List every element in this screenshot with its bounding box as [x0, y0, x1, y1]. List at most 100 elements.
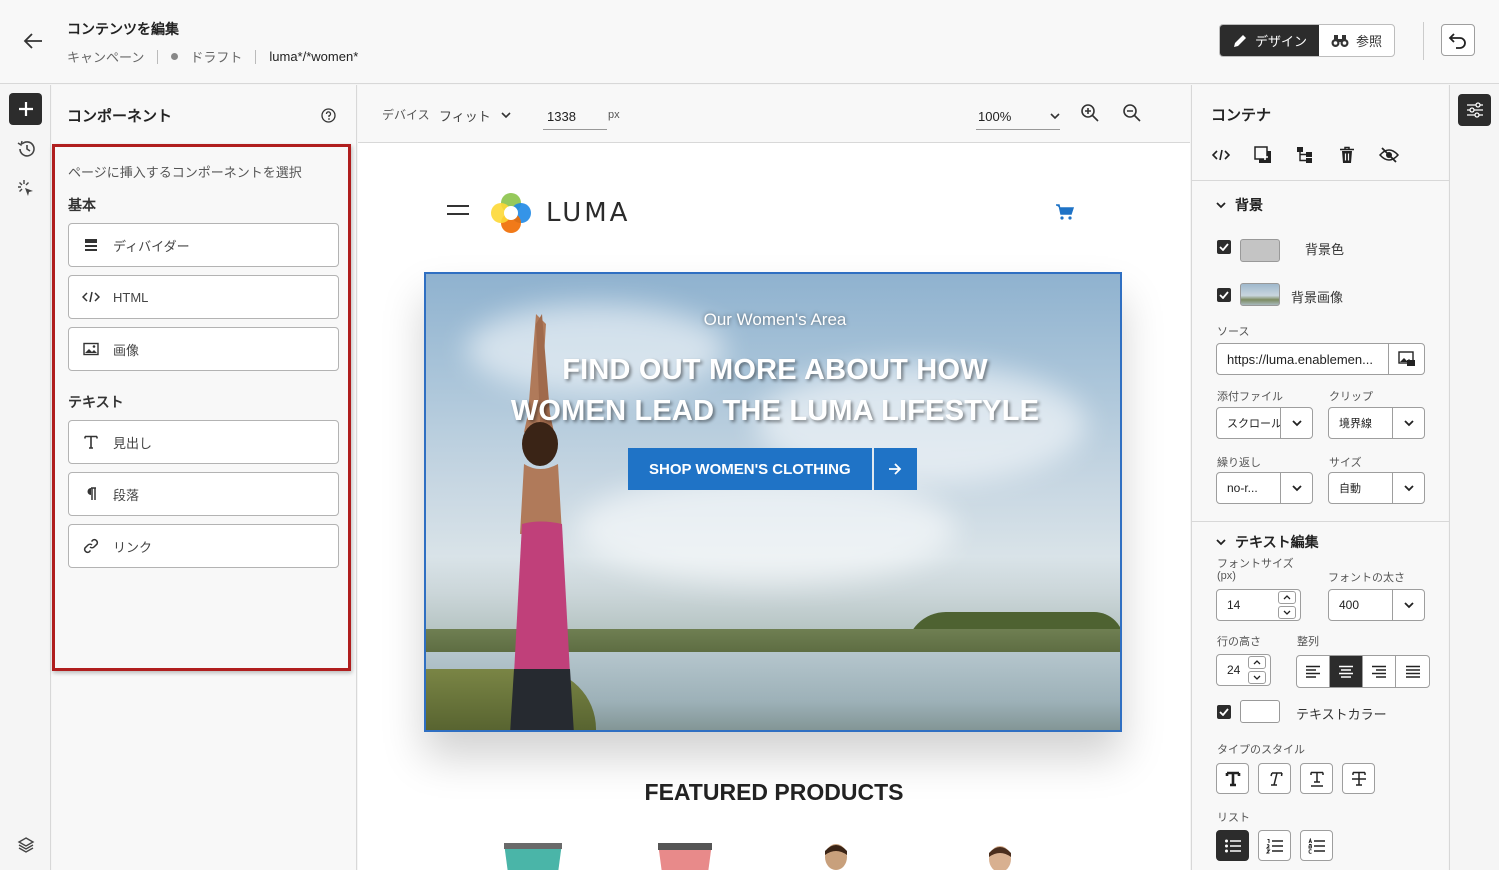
increment-button[interactable]: [1278, 591, 1296, 604]
component-link[interactable]: リンク: [68, 524, 339, 568]
image-icon: [83, 342, 99, 356]
hide-button[interactable]: [1378, 144, 1399, 165]
attachment-label: 添付ファイル: [1217, 391, 1283, 403]
font-size-stepper[interactable]: 14: [1216, 589, 1301, 621]
arrow-right-icon: [889, 463, 902, 475]
header-divider: [1423, 22, 1424, 60]
zoom-in-button[interactable]: [1080, 103, 1100, 126]
chevron-up-icon: [1253, 660, 1261, 665]
lettered-list-button[interactable]: [1300, 830, 1333, 861]
viewport-width-input[interactable]: [543, 103, 607, 130]
numbered-list-button[interactable]: [1258, 830, 1291, 861]
italic-button[interactable]: [1258, 763, 1291, 794]
background-image-checkbox[interactable]: [1217, 288, 1231, 302]
binoculars-icon: [1331, 34, 1349, 47]
clip-select[interactable]: 境界線: [1328, 407, 1425, 439]
add-components-button[interactable]: [9, 93, 42, 125]
size-label: サイズ: [1329, 457, 1362, 469]
source-url-field[interactable]: https://luma.enablemen...: [1216, 343, 1425, 375]
device-value: フィット: [439, 109, 491, 124]
product-image[interactable]: [498, 843, 568, 870]
font-size-unit-label: (px): [1217, 570, 1236, 582]
menu-hamburger[interactable]: [447, 205, 469, 221]
background-color-checkbox[interactable]: [1217, 240, 1231, 254]
plus-icon: [18, 102, 33, 116]
layers-button[interactable]: [9, 829, 42, 861]
font-weight-select[interactable]: 400: [1328, 589, 1425, 621]
undo-button[interactable]: [1441, 24, 1475, 56]
hero-banner[interactable]: Our Women's Area FIND OUT MORE ABOUT HOW…: [424, 272, 1122, 732]
align-left-button[interactable]: [1297, 656, 1330, 687]
properties-toggle-button[interactable]: [1458, 94, 1491, 126]
cta-label: SHOP WOMEN'S CLOTHING: [628, 448, 872, 490]
component-label: 画像: [113, 342, 140, 358]
text-edit-section-toggle[interactable]: テキスト編集: [1216, 532, 1319, 552]
size-select[interactable]: 自動: [1328, 472, 1425, 504]
chevron-down-icon: [1283, 610, 1291, 615]
checkmark-icon: [1219, 291, 1229, 299]
align-justify-button[interactable]: [1396, 656, 1429, 687]
zoom-out-button[interactable]: [1122, 103, 1142, 126]
repeat-select[interactable]: no-r...: [1216, 472, 1313, 504]
product-image[interactable]: [650, 843, 720, 870]
increment-button[interactable]: [1248, 656, 1266, 669]
duplicate-icon: [1253, 145, 1271, 163]
device-select[interactable]: フィット: [439, 106, 511, 125]
component-paragraph[interactable]: 段落: [68, 472, 339, 516]
text-color-swatch[interactable]: [1240, 700, 1280, 723]
hero-title-line: WOMEN LEAD THE LUMA LIFESTYLE: [510, 395, 1040, 427]
browse-mode-button[interactable]: 参照: [1319, 25, 1394, 56]
text-edit-section-label: テキスト編集: [1235, 534, 1319, 550]
editor-canvas: LUMA Our Women's Area FIND OUT MORE ABOU…: [358, 143, 1190, 870]
zoom-select[interactable]: 100%: [976, 103, 1060, 130]
align-right-button[interactable]: [1363, 656, 1396, 687]
pencil-icon: [1234, 34, 1246, 47]
background-image-thumbnail[interactable]: [1240, 283, 1280, 306]
bullet-list-button[interactable]: [1216, 830, 1249, 861]
luma-logo[interactable]: LUMA: [489, 191, 630, 235]
container-actions: [1210, 144, 1399, 165]
browse-image-button[interactable]: [1388, 344, 1424, 374]
app-header: コンテンツを編集 キャンペーン ドラフト luma*/*women* デザイン …: [0, 0, 1499, 84]
attachment-select[interactable]: スクロール: [1216, 407, 1313, 439]
line-height-value: 24: [1227, 663, 1241, 677]
view-code-button[interactable]: [1210, 144, 1231, 165]
underline-button[interactable]: [1300, 763, 1333, 794]
align-center-button[interactable]: [1330, 656, 1363, 687]
product-image[interactable]: [816, 843, 856, 870]
components-title: コンポーネント: [67, 108, 173, 125]
back-button[interactable]: [20, 30, 46, 52]
duplicate-button[interactable]: [1252, 144, 1273, 165]
italic-icon: [1269, 771, 1283, 786]
decrement-button[interactable]: [1278, 606, 1296, 619]
component-divider[interactable]: ディバイダー: [68, 223, 339, 267]
component-image[interactable]: 画像: [68, 327, 339, 371]
component-heading[interactable]: 見出し: [68, 420, 339, 464]
cloud: [576, 474, 956, 584]
decrement-button[interactable]: [1248, 671, 1266, 684]
delete-button[interactable]: [1336, 144, 1357, 165]
left-rail: [0, 85, 51, 870]
right-rail: [1449, 85, 1499, 870]
cart-button[interactable]: [1055, 204, 1075, 223]
chevron-down-icon: [1403, 484, 1414, 491]
component-html[interactable]: HTML: [68, 275, 339, 319]
history-button[interactable]: [9, 133, 42, 165]
container-title: コンテナ: [1211, 107, 1272, 124]
pilcrow-icon: [87, 487, 96, 500]
align-center-icon: [1339, 665, 1353, 678]
bold-button[interactable]: [1216, 763, 1249, 794]
background-color-swatch[interactable]: [1240, 239, 1280, 262]
select-parent-button[interactable]: [1294, 144, 1315, 165]
design-mode-button[interactable]: デザイン: [1220, 25, 1320, 56]
text-color-checkbox[interactable]: [1217, 705, 1231, 719]
line-height-stepper[interactable]: 24: [1216, 654, 1271, 686]
shop-womens-button[interactable]: SHOP WOMEN'S CLOTHING: [628, 448, 917, 490]
breadcrumb-campaign[interactable]: キャンペーン: [67, 47, 144, 66]
strikethrough-button[interactable]: [1342, 763, 1375, 794]
help-button[interactable]: [321, 108, 336, 126]
product-image[interactable]: [980, 843, 1020, 870]
background-section-toggle[interactable]: 背景: [1216, 195, 1263, 215]
interactions-button[interactable]: [9, 173, 42, 205]
component-label: HTML: [113, 289, 149, 305]
